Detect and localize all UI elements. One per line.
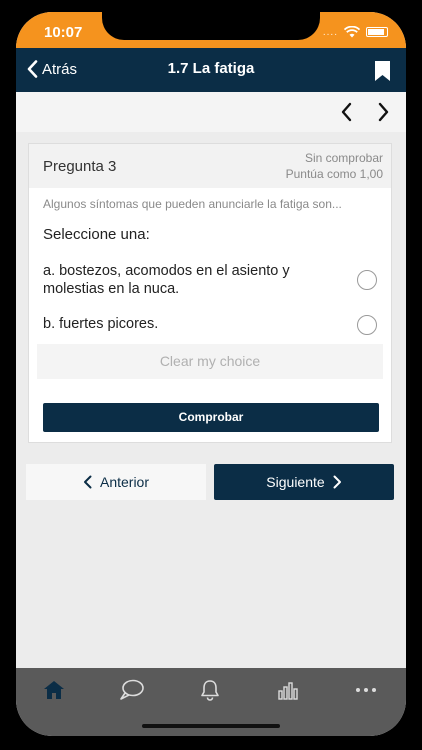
tab-grades[interactable]: [274, 678, 302, 702]
question-text: Algunos síntomas que pueden anunciarle l…: [43, 197, 342, 211]
answer-option-b[interactable]: b. fuertes picores.: [43, 315, 379, 335]
question-title: Pregunta 3: [43, 158, 117, 175]
home-icon: [44, 681, 64, 699]
chevron-left-icon: [27, 60, 38, 78]
back-label: Atrás: [42, 60, 78, 78]
status-bar: 10:07 ....: [16, 12, 406, 48]
home-indicator: [142, 724, 280, 728]
clear-choice-button[interactable]: Clear my choice: [37, 344, 383, 379]
tab-bar: [16, 668, 406, 736]
chevron-left-icon: [83, 475, 92, 489]
tab-notifications[interactable]: [196, 678, 224, 702]
signal-dots: ....: [322, 26, 338, 38]
next-page-icon[interactable]: [378, 102, 390, 122]
check-answer-button[interactable]: Comprobar: [43, 403, 379, 432]
next-button[interactable]: Siguiente: [214, 464, 394, 500]
question-status: Sin comprobar: [304, 151, 383, 165]
previous-label: Anterior: [99, 474, 150, 490]
question-header: Pregunta 3 Sin comprobar Puntúa como 1,0…: [29, 144, 391, 188]
back-button[interactable]: Atrás: [26, 60, 77, 78]
more-icon: [356, 688, 376, 692]
notch: [102, 12, 320, 40]
wifi-icon: [344, 26, 360, 38]
battery-icon: [366, 27, 388, 37]
chat-icon: [120, 679, 144, 700]
chevron-right-icon: [333, 475, 341, 489]
bell-icon: [201, 680, 219, 701]
question-meta: Sin comprobar Puntúa como 1,00: [286, 150, 383, 182]
question-pager: [16, 92, 406, 132]
tab-home[interactable]: [40, 678, 68, 702]
question-card: Pregunta 3 Sin comprobar Puntúa como 1,0…: [28, 143, 392, 443]
tab-more[interactable]: [352, 678, 380, 702]
chart-icon: [278, 682, 298, 700]
answer-option-label: a. bostezos, acomodos en el asiento y mo…: [43, 263, 290, 297]
status-icons: ....: [323, 26, 388, 38]
next-label: Siguiente: [266, 474, 325, 490]
prev-page-icon[interactable]: [340, 102, 352, 122]
select-prompt: Seleccione una:: [43, 226, 150, 243]
nav-bar: Atrás 1.7 La fatiga: [16, 48, 406, 92]
question-score: Puntúa como 1,00: [285, 167, 383, 181]
radio-button[interactable]: [357, 315, 377, 335]
phone-screen: 10:07 .... Atrás 1.7 La fatiga Pregunta …: [16, 12, 406, 736]
status-time: 10:07: [44, 24, 83, 41]
previous-button[interactable]: Anterior: [26, 464, 206, 500]
answer-option-label: b. fuertes picores.: [43, 316, 159, 332]
radio-button[interactable]: [357, 270, 377, 290]
answer-option-a[interactable]: a. bostezos, acomodos en el asiento y mo…: [43, 262, 379, 298]
bookmark-icon[interactable]: [375, 61, 390, 81]
tab-messages[interactable]: [118, 678, 146, 702]
